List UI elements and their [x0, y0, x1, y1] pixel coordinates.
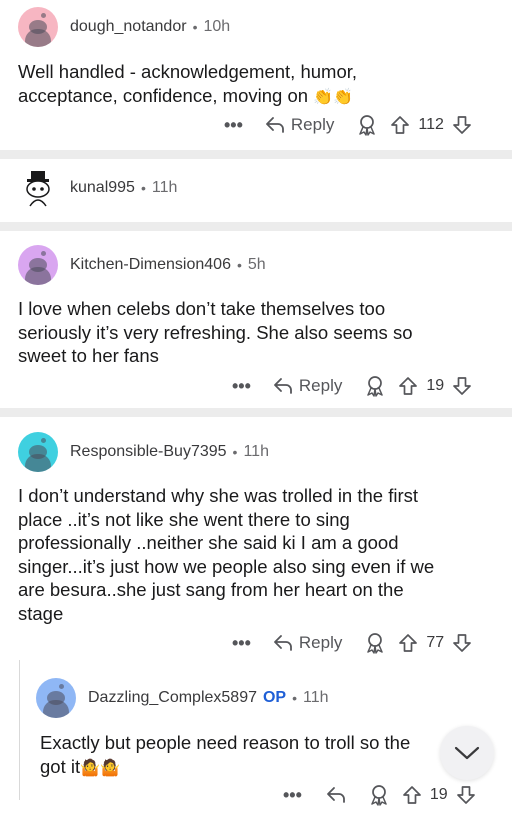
op-badge: OP [262, 689, 287, 706]
award-icon[interactable] [356, 114, 378, 136]
vote-count: 112 [418, 116, 444, 133]
separator-dot: • [232, 444, 238, 460]
comment-separator [0, 150, 512, 159]
upvote-icon[interactable] [398, 633, 418, 653]
reply-arrow-icon [274, 378, 292, 394]
shrug-emoji-icon: 🤷🤷 [80, 759, 120, 777]
comment-line: Well handled - acknowledgement, humor, [18, 61, 358, 82]
more-options-button[interactable]: ••• [232, 376, 251, 397]
downvote-icon[interactable] [452, 376, 472, 396]
reply-arrow-icon [266, 117, 284, 133]
comment-line: acceptance, confidence, moving on [18, 84, 309, 106]
scroll-down-button[interactable] [440, 726, 494, 780]
comment-line: sweet to her fans [18, 345, 159, 366]
separator-dot: • [140, 180, 146, 196]
more-options-button[interactable]: ••• [232, 633, 251, 654]
timestamp: 11h [151, 179, 178, 196]
avatar[interactable] [18, 168, 58, 208]
comment-line: are besura..she just sang from her heart… [18, 579, 404, 600]
avatar[interactable] [18, 432, 58, 472]
upvote-icon[interactable] [390, 115, 410, 135]
comment-actions: ••• Reply 19 [232, 371, 472, 401]
vote-count: 19 [426, 377, 445, 394]
comment-separator [0, 222, 512, 231]
comment-actions: ••• 19 [283, 780, 476, 810]
comment-line: I love when celebs don’t take themselves… [18, 298, 386, 319]
comment-body: Exactly but people need reason to troll … [40, 731, 450, 780]
reply-label: Reply [298, 376, 343, 395]
avatar[interactable] [36, 678, 76, 718]
avatar[interactable] [18, 245, 58, 285]
comment-line: singer...it’s just how we people also si… [18, 555, 435, 577]
upvote-icon[interactable] [398, 376, 418, 396]
vote-count: 77 [426, 634, 445, 651]
upvote-icon[interactable] [402, 785, 422, 805]
comment-actions: ••• Reply 77 [232, 628, 472, 658]
comment-line: seriously it’s very refreshing. She also… [18, 321, 413, 343]
comment-line: Exactly but people need reason to troll … [40, 732, 411, 753]
comment-actions: ••• Reply 112 [224, 110, 472, 140]
clap-emoji-icon: 👏👏 [313, 88, 354, 106]
comment-header: Kitchen-Dimension406 • 5h [18, 243, 266, 287]
more-options-button[interactable]: ••• [283, 785, 302, 806]
comment-body: I don’t understand why she was trolled i… [18, 484, 434, 625]
username[interactable]: kunal995 [70, 179, 135, 197]
timestamp: 5h [247, 256, 266, 273]
username[interactable]: dough_notandor [70, 18, 187, 36]
username[interactable]: Dazzling_Complex5897 [88, 689, 257, 707]
more-options-button[interactable]: ••• [224, 115, 243, 136]
comment-separator [0, 408, 512, 417]
comment-line: place ..it’s not like she went there to … [18, 508, 350, 530]
downvote-icon[interactable] [456, 785, 476, 805]
vote-count: 19 [429, 786, 448, 803]
comment-line: professionally ..neither she said ki I a… [18, 532, 399, 553]
reply-label: Reply [298, 633, 343, 652]
chevron-down-icon [454, 746, 480, 760]
award-icon[interactable] [364, 375, 386, 397]
comment-line: I don’t understand why she was trolled i… [18, 485, 419, 506]
comment-line: got it [40, 755, 81, 777]
reply-button[interactable]: Reply [265, 115, 334, 135]
avatar[interactable] [18, 7, 58, 47]
comment-line: stage [18, 602, 64, 624]
timestamp: 11h [243, 443, 269, 460]
comment-header: kunal995 • 11h [18, 166, 177, 210]
username[interactable]: Kitchen-Dimension406 [70, 256, 231, 274]
reply-arrow-icon[interactable] [326, 786, 346, 804]
separator-dot: • [192, 19, 198, 35]
comment-body: I love when celebs don’t take themselves… [18, 297, 413, 368]
separator-dot: • [236, 257, 242, 273]
comment-header: dough_notandor • 10h [18, 5, 230, 49]
comment-body: Well handled - acknowledgement, humor, a… [18, 60, 357, 109]
username[interactable]: Responsible-Buy7395 [70, 443, 227, 461]
reply-label: Reply [290, 115, 335, 134]
downvote-icon[interactable] [452, 633, 472, 653]
comment-header: Responsible-Buy7395 • 11h [18, 430, 269, 474]
separator-dot: • [292, 690, 298, 706]
timestamp: 10h [203, 18, 231, 35]
downvote-icon[interactable] [452, 115, 472, 135]
reply-arrow-icon [274, 635, 292, 651]
award-icon[interactable] [364, 632, 386, 654]
comment-header: Dazzling_Complex5897 OP • 11h [36, 676, 329, 720]
award-icon[interactable] [368, 784, 390, 806]
thread-line[interactable] [19, 660, 20, 800]
reply-button[interactable]: Reply [273, 376, 342, 396]
reply-button[interactable]: Reply [273, 633, 342, 653]
timestamp: 11h [303, 689, 329, 706]
